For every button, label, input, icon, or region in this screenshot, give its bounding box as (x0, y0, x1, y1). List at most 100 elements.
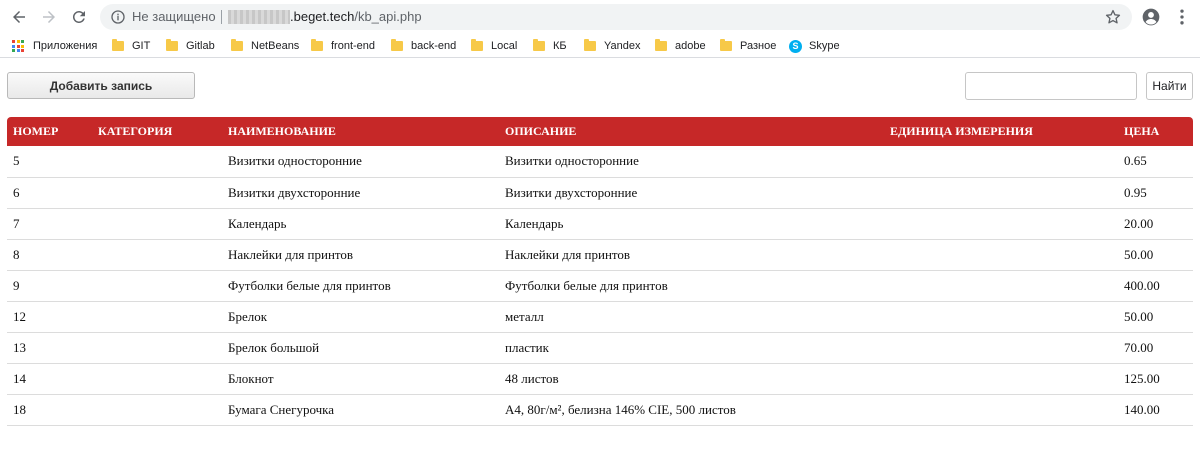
table-row[interactable]: 13 Брелок большой пластик 70.00 (7, 332, 1193, 364)
apps-grid-icon (12, 40, 24, 52)
security-label[interactable]: Не защищено (132, 9, 216, 25)
cell-description: металл (499, 301, 884, 333)
products-table: НОМЕР КАТЕГОРИЯ НАИМЕНОВАНИЕ ОПИСАНИЕ ЕД… (7, 117, 1193, 426)
cell-name: Визитки двухсторонние (222, 177, 499, 209)
cell-number: 18 (7, 394, 92, 426)
cell-name: Брелок большой (222, 332, 499, 364)
cell-price: 20.00 (1118, 208, 1193, 240)
arrow-right-icon (43, 11, 55, 23)
cell-price: 400.00 (1118, 270, 1193, 302)
add-record-button[interactable]: Добавить запись (7, 72, 195, 99)
cell-unit (884, 177, 1118, 209)
bookmark-label: back-end (411, 40, 457, 52)
table-row[interactable]: 14 Блокнот 48 листов 125.00 (7, 363, 1193, 395)
back-button[interactable] (8, 6, 30, 28)
cell-number: 8 (7, 239, 92, 271)
url-host: .beget.tech (290, 9, 355, 24)
reload-button[interactable] (68, 6, 90, 28)
cell-name: Футболки белые для принтов (222, 270, 499, 302)
cell-category (92, 239, 222, 271)
arrow-left-icon (13, 11, 25, 23)
column-header-number[interactable]: НОМЕР (7, 117, 92, 146)
bookmark-netbeans[interactable]: NetBeans (231, 38, 299, 54)
bookmark-git[interactable]: GIT (112, 38, 150, 54)
table-row[interactable]: 7 Календарь Календарь 20.00 (7, 208, 1193, 240)
folder-icon (471, 39, 483, 51)
cell-name: Блокнот (222, 363, 499, 395)
cell-number: 6 (7, 177, 92, 209)
cell-category (92, 332, 222, 364)
cell-category (92, 270, 222, 302)
cell-category (92, 208, 222, 240)
cell-category (92, 146, 222, 178)
cell-name: Брелок (222, 301, 499, 333)
folder-icon (311, 39, 323, 51)
cell-unit (884, 363, 1118, 395)
cell-unit (884, 208, 1118, 240)
cell-category (92, 177, 222, 209)
cell-description: Футболки белые для принтов (499, 270, 884, 302)
cell-number: 13 (7, 332, 92, 364)
folder-icon (533, 39, 545, 51)
bookmark-skype[interactable]: S Skype (789, 38, 840, 54)
bookmark-label: front-end (331, 40, 376, 52)
url-path: /kb_api.php (354, 9, 422, 24)
cell-number: 5 (7, 146, 92, 178)
cell-unit (884, 332, 1118, 364)
bookmark-apps[interactable]: Приложения (12, 38, 97, 54)
cell-number: 7 (7, 208, 92, 240)
table-row[interactable]: 18 Бумага Снегурочка А4, 80г/м², белизна… (7, 394, 1193, 426)
url-text[interactable]: .beget.tech/kb_api.php (290, 9, 422, 25)
column-header-unit[interactable]: ЕДИНИЦА ИЗМЕРЕНИЯ (884, 117, 1118, 146)
folder-icon (112, 39, 124, 51)
folder-icon (391, 39, 403, 51)
forward-button[interactable] (38, 6, 60, 28)
bookmark-label: Приложения (33, 40, 98, 52)
table-row[interactable]: 8 Наклейки для принтов Наклейки для прин… (7, 239, 1193, 271)
cell-price: 140.00 (1118, 394, 1193, 426)
browser-toolbar: Не защищено .beget.tech/kb_api.php (0, 0, 1200, 34)
folder-icon (720, 39, 732, 51)
cell-category (92, 363, 222, 395)
cell-description: Визитки двухсторонние (499, 177, 884, 209)
bookmark-gitlab[interactable]: Gitlab (166, 38, 215, 54)
info-icon[interactable] (110, 9, 126, 25)
cell-price: 50.00 (1118, 239, 1193, 271)
table-row[interactable]: 5 Визитки односторонние Визитки одностор… (7, 146, 1193, 178)
table-row[interactable]: 6 Визитки двухсторонние Визитки двухстор… (7, 177, 1193, 209)
column-header-description[interactable]: ОПИСАНИЕ (499, 117, 884, 146)
find-button[interactable]: Найти (1146, 72, 1193, 100)
bookmark-back-end[interactable]: back-end (391, 38, 456, 54)
column-header-category[interactable]: КАТЕГОРИЯ (92, 117, 222, 146)
bookmark-label: Gitlab (186, 40, 215, 52)
profile-icon[interactable] (1141, 7, 1161, 27)
table-row[interactable]: 12 Брелок металл 50.00 (7, 301, 1193, 333)
kebab-menu-icon[interactable] (1172, 7, 1192, 27)
bookmark-label: Yandex (604, 40, 641, 52)
cell-category (92, 301, 222, 333)
cell-price: 0.65 (1118, 146, 1193, 178)
bookmark-label: adobe (675, 40, 706, 52)
cell-name: Наклейки для принтов (222, 239, 499, 271)
column-header-name[interactable]: НАИМЕНОВАНИЕ (222, 117, 499, 146)
folder-icon (655, 39, 667, 51)
bookmark-raznoe[interactable]: Разное (720, 38, 776, 54)
cell-name: Визитки односторонние (222, 146, 499, 178)
cell-unit (884, 270, 1118, 302)
folder-icon (584, 39, 596, 51)
bookmark-yandex[interactable]: Yandex (584, 38, 641, 54)
bookmark-local[interactable]: Local (471, 38, 517, 54)
address-bar[interactable]: Не защищено .beget.tech/kb_api.php (100, 4, 1132, 30)
cell-description: А4, 80г/м², белизна 146% CIE, 500 листов (499, 394, 884, 426)
cell-number: 9 (7, 270, 92, 302)
bookmark-adobe[interactable]: adobe (655, 38, 706, 54)
bookmark-front-end[interactable]: front-end (311, 38, 375, 54)
search-input[interactable] (965, 72, 1137, 100)
cell-name: Бумага Снегурочка (222, 394, 499, 426)
cell-number: 12 (7, 301, 92, 333)
column-header-price[interactable]: ЦЕНА (1118, 117, 1193, 146)
table-row[interactable]: 9 Футболки белые для принтов Футболки бе… (7, 270, 1193, 302)
bookmark-star-icon[interactable] (1104, 8, 1122, 26)
cell-price: 50.00 (1118, 301, 1193, 333)
bookmark-kb[interactable]: КБ (533, 38, 567, 54)
